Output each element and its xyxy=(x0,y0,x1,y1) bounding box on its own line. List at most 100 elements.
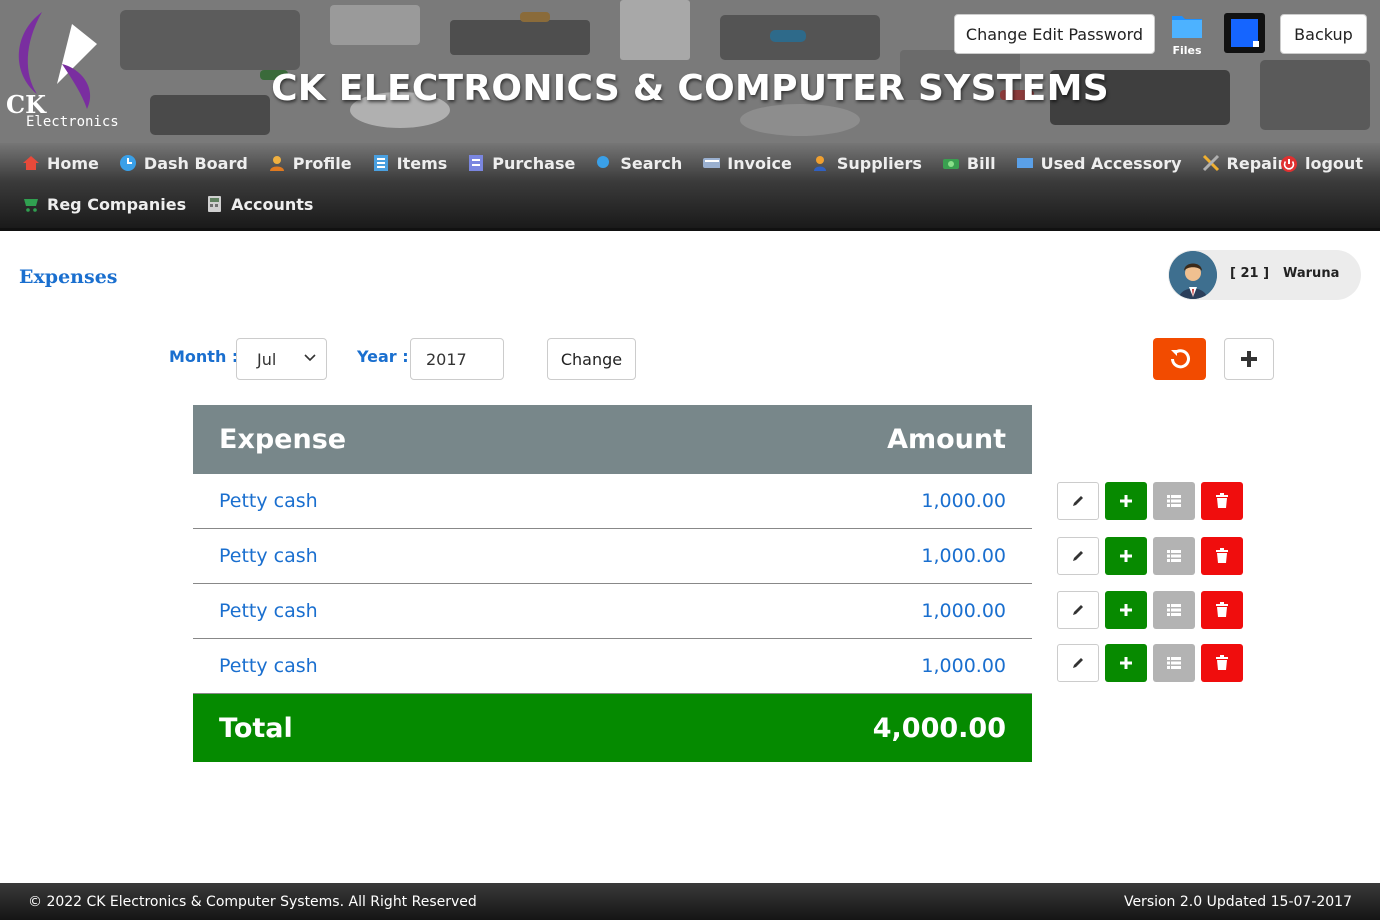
add-button[interactable] xyxy=(1105,482,1147,520)
user-badge: [ 21 ] Waruna xyxy=(1168,250,1361,300)
change-button[interactable]: Change xyxy=(547,338,636,380)
trash-icon xyxy=(1216,655,1228,670)
expense-name[interactable]: Petty cash xyxy=(219,600,318,622)
nav-profile[interactable]: Profile xyxy=(268,154,352,173)
edit-button[interactable] xyxy=(1057,537,1099,575)
window-toggle-button[interactable] xyxy=(1224,13,1265,53)
details-button[interactable] xyxy=(1153,644,1195,682)
plus-icon xyxy=(1120,657,1132,669)
avatar xyxy=(1169,251,1217,299)
nav-reg-companies[interactable]: Reg Companies xyxy=(22,195,186,214)
window-icon xyxy=(1231,19,1259,47)
month-select[interactable]: Jul xyxy=(236,338,327,380)
expense-amount: 1,000.00 xyxy=(921,655,1006,677)
details-button[interactable] xyxy=(1153,537,1195,575)
clock-icon xyxy=(119,154,137,172)
details-button[interactable] xyxy=(1153,482,1195,520)
nav-used-accessory-label: Used Accessory xyxy=(1040,153,1182,173)
header-banner: CK Electronics CK ELECTRONICS & COMPUTER… xyxy=(0,0,1380,143)
user-name: Waruna xyxy=(1283,266,1340,281)
edit-button[interactable] xyxy=(1057,482,1099,520)
plus-icon xyxy=(1120,604,1132,616)
expense-name[interactable]: Petty cash xyxy=(219,545,318,567)
trash-icon xyxy=(1216,493,1228,508)
nav-row-1: Home Dash Board Profile Items Purchase S… xyxy=(22,143,1315,183)
year-input[interactable]: 2017 xyxy=(410,338,504,380)
details-button[interactable] xyxy=(1153,591,1195,629)
pencil-icon xyxy=(1073,605,1083,615)
nav-used-accessory[interactable]: Used Accessory xyxy=(1016,154,1182,173)
list-icon xyxy=(1167,604,1181,616)
nav-purchase-label: Purchase xyxy=(492,153,576,173)
folder-icon xyxy=(1172,16,1202,38)
refresh-icon xyxy=(1170,349,1190,369)
nav-search[interactable]: Search xyxy=(595,154,682,173)
home-icon xyxy=(22,154,40,172)
backup-button[interactable]: Backup xyxy=(1280,14,1367,54)
nav-items[interactable]: Items xyxy=(372,153,448,173)
monitor-icon xyxy=(1016,154,1034,172)
page-title: Expenses xyxy=(19,266,118,288)
nav-reg-companies-label: Reg Companies xyxy=(47,194,187,214)
nav-profile-label: Profile xyxy=(292,153,352,173)
month-select-value: Jul xyxy=(257,349,277,369)
footer: © 2022 CK Electronics & Computer Systems… xyxy=(0,883,1380,920)
nav-dashboard[interactable]: Dash Board xyxy=(119,154,248,173)
list-icon xyxy=(372,154,390,172)
nav-accounts[interactable]: Accounts xyxy=(206,195,313,214)
nav-items-label: Items xyxy=(396,153,448,173)
add-button[interactable] xyxy=(1105,537,1147,575)
search-icon xyxy=(595,154,613,172)
user-icon xyxy=(268,154,286,172)
calculator-icon xyxy=(206,195,224,213)
list-icon xyxy=(1167,550,1181,562)
row-actions xyxy=(1057,537,1243,575)
delete-button[interactable] xyxy=(1201,537,1243,575)
row-actions xyxy=(1057,644,1243,682)
edit-button[interactable] xyxy=(1057,644,1099,682)
nav-search-label: Search xyxy=(620,153,683,173)
column-header-expense: Expense xyxy=(219,424,347,455)
table-row: Petty cash 1,000.00 xyxy=(193,639,1032,694)
trash-icon xyxy=(1216,602,1228,617)
nav-invoice[interactable]: Invoice xyxy=(702,154,792,173)
nav-logout[interactable]: logout xyxy=(1280,154,1363,173)
pencil-icon xyxy=(1073,658,1083,668)
files-label: Files xyxy=(1172,44,1202,57)
nav-home-label: Home xyxy=(47,153,99,173)
footer-copyright: © 2022 CK Electronics & Computer Systems… xyxy=(28,893,477,910)
expense-amount: 1,000.00 xyxy=(921,600,1006,622)
keyboard-icon xyxy=(702,154,721,172)
trash-icon xyxy=(1216,548,1228,563)
files-button[interactable]: Files xyxy=(1168,10,1206,57)
delete-button[interactable] xyxy=(1201,644,1243,682)
money-icon xyxy=(942,154,960,172)
add-button[interactable] xyxy=(1105,644,1147,682)
add-expense-button[interactable] xyxy=(1224,338,1274,380)
worker-icon xyxy=(812,154,830,172)
nav-suppliers[interactable]: Suppliers xyxy=(812,154,922,173)
cart-icon xyxy=(22,195,40,213)
expense-name[interactable]: Petty cash xyxy=(219,655,318,677)
column-header-amount: Amount xyxy=(887,424,1006,455)
refresh-button[interactable] xyxy=(1153,338,1206,380)
table-header: Expense Amount xyxy=(193,405,1032,474)
table-row: Petty cash 1,000.00 xyxy=(193,529,1032,584)
change-edit-password-button[interactable]: Change Edit Password xyxy=(954,14,1155,54)
nav-bill[interactable]: Bill xyxy=(942,154,996,173)
add-button[interactable] xyxy=(1105,591,1147,629)
edit-button[interactable] xyxy=(1057,591,1099,629)
nav-bill-label: Bill xyxy=(966,153,996,173)
plus-icon xyxy=(1241,351,1257,367)
page-root: CK Electronics CK ELECTRONICS & COMPUTER… xyxy=(0,0,1380,920)
total-value: 4,000.00 xyxy=(872,712,1006,744)
delete-button[interactable] xyxy=(1201,482,1243,520)
expense-name[interactable]: Petty cash xyxy=(219,490,318,512)
receipt-icon xyxy=(467,154,485,172)
nav-home[interactable]: Home xyxy=(22,154,99,173)
delete-button[interactable] xyxy=(1201,591,1243,629)
nav-accounts-label: Accounts xyxy=(231,194,314,214)
nav-purchase[interactable]: Purchase xyxy=(467,154,575,173)
pencil-icon xyxy=(1073,496,1083,506)
nav-row-2: Reg Companies Accounts xyxy=(22,184,333,224)
